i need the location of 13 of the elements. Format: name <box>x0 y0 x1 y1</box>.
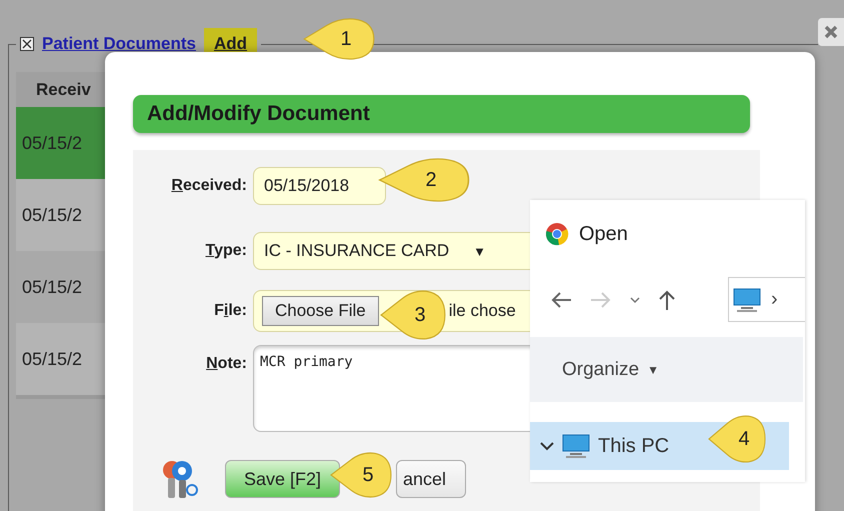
field-label: Received: <box>171 177 247 195</box>
step-number: 1 <box>340 28 352 50</box>
field-label: Type: <box>206 242 247 260</box>
column-header: Receiv <box>16 72 105 107</box>
step-number: 4 <box>738 428 750 450</box>
field-label: Note: <box>206 354 247 373</box>
step-number: 5 <box>362 464 374 486</box>
step-number: 3 <box>414 304 426 326</box>
dialog-title: Add/Modify Document <box>133 95 750 133</box>
step-number: 2 <box>425 168 437 192</box>
dialog-title: Open <box>579 222 628 246</box>
field-label: File: <box>214 302 247 320</box>
file-status: ile chose <box>448 301 516 321</box>
